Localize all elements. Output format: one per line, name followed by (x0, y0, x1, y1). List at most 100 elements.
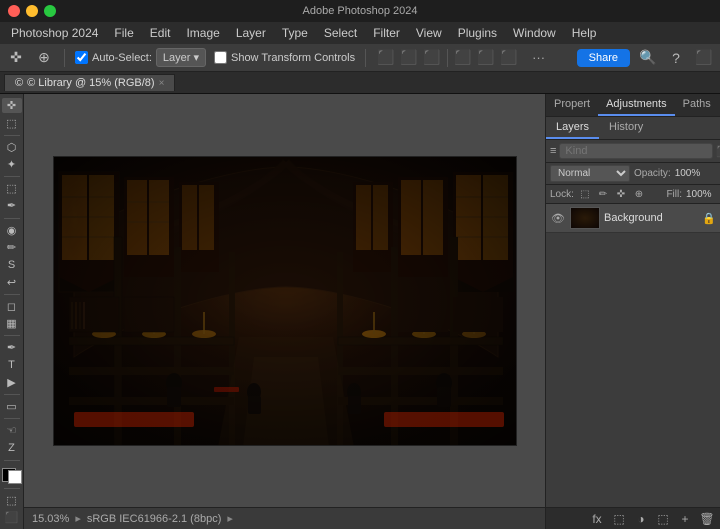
menu-layer[interactable]: Layer (229, 24, 273, 42)
layers-subtab[interactable]: Layers (546, 117, 599, 139)
document-tab[interactable]: © © Library @ 15% (RGB/8) × (4, 74, 175, 91)
background-layer-row[interactable]: 👁 Background 🔒 (546, 204, 720, 233)
filter-pixel-icon[interactable]: ⬛ (716, 143, 720, 159)
tab-close-icon[interactable]: × (159, 78, 165, 89)
auto-select-check[interactable]: Auto-Select: Layer ▾ (75, 48, 206, 67)
tab-bar: © © Library @ 15% (RGB/8) × (0, 72, 720, 94)
panel-tabs: Propert Adjustments Paths Chann (546, 94, 720, 117)
search-icon[interactable]: 🔍 (638, 48, 658, 68)
properties-tab[interactable]: Propert (546, 94, 598, 116)
paths-tab[interactable]: Paths (675, 94, 719, 116)
lock-artboard-icon[interactable]: ⊕ (632, 187, 646, 201)
menu-photoshop[interactable]: Photoshop 2024 (4, 24, 105, 42)
transform-check[interactable]: Show Transform Controls (214, 51, 355, 64)
maximize-button[interactable] (44, 5, 56, 17)
help-icon[interactable]: ? (666, 48, 686, 68)
lock-pixels-icon[interactable]: ✏ (596, 187, 610, 201)
status-arrow2-icon: ▸ (227, 512, 233, 525)
move-tool-icon: ✜ (6, 48, 26, 68)
auto-select-value[interactable]: Layer ▾ (156, 48, 206, 67)
share-button[interactable]: Share (577, 49, 630, 67)
minimize-button[interactable] (26, 5, 38, 17)
transform-arrows-icon: ⊕ (34, 48, 54, 68)
layer-mask-icon[interactable]: ⬚ (610, 510, 628, 528)
more-options-icon[interactable]: ··· (527, 48, 550, 67)
traffic-lights (8, 5, 56, 17)
align-center-icon[interactable]: ⬛ (399, 48, 419, 68)
canvas-wrapper[interactable] (24, 94, 545, 507)
history-subtab[interactable]: History (599, 117, 653, 139)
menu-filter[interactable]: Filter (366, 24, 407, 42)
filter-kind-icon: ≡ (550, 143, 556, 159)
lock-bar: Lock: ⬚ ✏ ✜ ⊕ Fill: 100% (546, 185, 720, 204)
status-bar: 15.03% ▸ sRGB IEC61966-2.1 (8bpc) ▸ (24, 507, 545, 529)
brush-tool[interactable]: ✏ (2, 240, 22, 255)
align-left-icon[interactable]: ⬛ (376, 48, 396, 68)
panel-footer: fx ⬚ ◑ ⬚ + 🗑 (546, 507, 720, 529)
menu-image[interactable]: Image (179, 24, 226, 42)
lock-transparent-icon[interactable]: ⬚ (578, 187, 592, 201)
history-brush-tool[interactable]: ↩ (2, 274, 22, 289)
layers-filter-input[interactable] (559, 143, 713, 159)
distribute-icon[interactable]: ⬛ (453, 48, 473, 68)
distribute3-icon[interactable]: ⬛ (499, 48, 519, 68)
transform-checkbox[interactable] (214, 51, 227, 64)
lasso-tool[interactable]: ⬡ (2, 139, 22, 154)
path-select-tool[interactable]: ▶ (2, 375, 22, 390)
align-right-icon[interactable]: ⬛ (422, 48, 442, 68)
tab-label: © Library @ 15% (RGB/8) (27, 77, 154, 89)
layer-visibility-icon[interactable]: 👁 (550, 210, 566, 226)
menu-select[interactable]: Select (317, 24, 364, 42)
layer-fx-icon[interactable]: fx (588, 510, 606, 528)
options-divider-3 (447, 49, 448, 67)
arrange-icon[interactable]: ⬛ (694, 48, 714, 68)
gradient-tool[interactable]: ▦ (2, 316, 22, 331)
magic-wand-tool[interactable]: ✦ (2, 157, 22, 172)
menu-type[interactable]: Type (275, 24, 315, 42)
delete-layer-icon[interactable]: 🗑 (698, 510, 716, 528)
auto-select-checkbox[interactable] (75, 51, 88, 64)
menu-plugins[interactable]: Plugins (451, 24, 504, 42)
adjustments-tab[interactable]: Adjustments (598, 94, 675, 116)
screen-mode-tool[interactable]: ⬛ (2, 510, 22, 525)
options-divider-1 (64, 49, 65, 67)
layer-group-icon[interactable]: ⬚ (654, 510, 672, 528)
menu-file[interactable]: File (107, 24, 140, 42)
transform-label: Show Transform Controls (231, 52, 355, 64)
clone-stamp-tool[interactable]: S (2, 257, 22, 272)
status-arrow-icon: ▸ (75, 512, 81, 525)
hand-tool[interactable]: ☜ (2, 423, 22, 438)
menu-window[interactable]: Window (506, 24, 563, 42)
tool-separator-7 (4, 418, 20, 419)
shape-tool[interactable]: ▭ (2, 399, 22, 414)
new-layer-icon[interactable]: + (676, 510, 694, 528)
menu-view[interactable]: View (409, 24, 449, 42)
blend-mode-select[interactable]: Normal Multiply Screen (550, 165, 630, 182)
zoom-tool[interactable]: Z (2, 440, 22, 455)
crop-tool[interactable]: ⬚ (2, 181, 22, 196)
zoom-level: 15.03% (32, 513, 69, 525)
lock-position-icon[interactable]: ✜ (614, 187, 628, 201)
eraser-tool[interactable]: ◻ (2, 299, 22, 314)
move-tool[interactable]: ✜ (2, 98, 22, 113)
pen-tool[interactable]: ✒ (2, 340, 22, 355)
layer-thumb-image (571, 208, 599, 228)
type-tool[interactable]: T (2, 357, 22, 372)
tool-separator-2 (4, 176, 20, 177)
tab-modified-icon: © (15, 77, 23, 89)
close-button[interactable] (8, 5, 20, 17)
menu-edit[interactable]: Edit (143, 24, 178, 42)
distribute2-icon[interactable]: ⬛ (476, 48, 496, 68)
quick-mask-tool[interactable]: ⬚ (2, 492, 22, 507)
menu-help[interactable]: Help (565, 24, 604, 42)
fill-value[interactable]: 100% (686, 189, 716, 200)
left-toolbar: ✜ ⬚ ⬡ ✦ ⬚ ✒ ◉ ✏ S ↩ ◻ ▦ ✒ T ▶ ▭ ☜ Z ⬚ ⬛ (0, 94, 24, 529)
layer-lock-icon: 🔒 (702, 212, 716, 225)
spot-heal-tool[interactable]: ◉ (2, 222, 22, 237)
color-swatch[interactable] (2, 468, 22, 483)
marquee-tool[interactable]: ⬚ (2, 115, 22, 130)
opacity-value[interactable]: 100% (675, 168, 705, 179)
background-color[interactable] (8, 470, 22, 484)
eyedropper-tool[interactable]: ✒ (2, 198, 22, 213)
layer-adjustment-icon[interactable]: ◑ (632, 510, 650, 528)
